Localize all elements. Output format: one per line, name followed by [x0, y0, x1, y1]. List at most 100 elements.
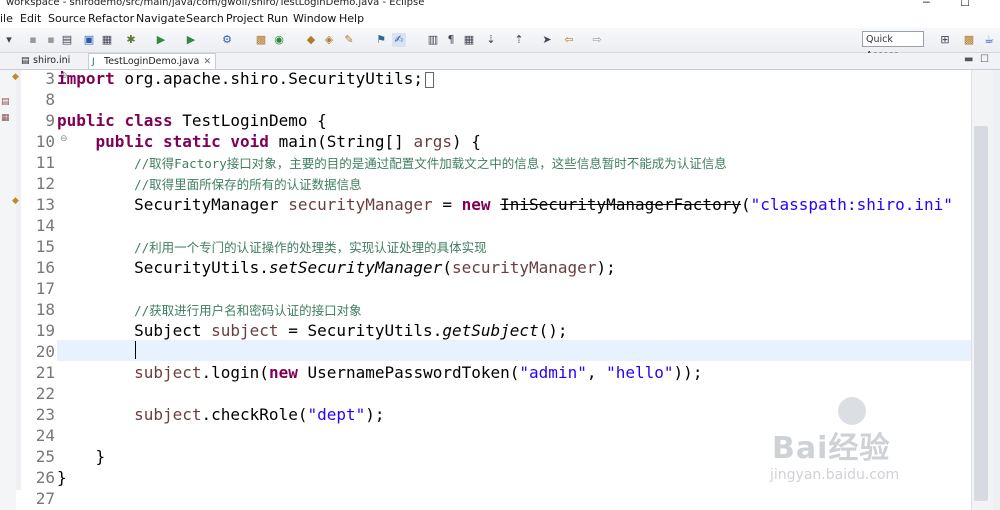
save-icon[interactable]: ▪: [26, 33, 40, 47]
code-text: =: [432, 195, 462, 214]
line-number: 15: [35, 237, 55, 256]
baidu-watermark: Bai经验 jingyan.baidu.com: [752, 395, 992, 495]
menu-window[interactable]: Window: [293, 12, 336, 25]
new-java-project-icon[interactable]: ▩: [254, 33, 268, 47]
title-bar: workspace - shirodemo/src/main/java/com/…: [0, 0, 1000, 10]
code-line: //获取进行用户名和密码认证的接口对象: [57, 299, 362, 321]
package-explorer-icon[interactable]: ▤: [1, 96, 14, 108]
parameter: args: [413, 132, 452, 151]
line-number: 21: [35, 363, 55, 382]
overview-ruler: [993, 70, 1000, 510]
maximize-icon[interactable]: ☐: [960, 0, 970, 9]
string-literal: "dept": [307, 405, 366, 424]
outline-icon[interactable]: ▦: [1, 112, 14, 124]
static-method: getSubject: [442, 321, 539, 340]
menu-run[interactable]: Run: [267, 12, 288, 25]
open-task-icon[interactable]: ◈: [322, 33, 336, 47]
run-icon[interactable]: ▶: [154, 33, 168, 47]
string-literal: "classpath:shiro.ini": [750, 195, 953, 214]
string-literal: "admin": [519, 363, 587, 382]
code-line: Subject subject = SecurityUtils.getSubje…: [57, 320, 568, 341]
save-all-icon[interactable]: ▪: [44, 33, 58, 47]
line-number: 17: [35, 279, 55, 298]
new-package-icon[interactable]: ◉: [272, 33, 286, 47]
highlight-icon[interactable]: ✍: [392, 33, 406, 47]
java-perspective-icon[interactable]: ☕: [982, 33, 996, 47]
code-line: subject.login(new UsernamePasswordToken(…: [57, 362, 702, 383]
new-icon[interactable]: ▾: [2, 33, 16, 47]
editor-tabs: ▤ shiro.ini J TestLoginDemo.java ✕ ▬ ☐: [0, 53, 1000, 70]
window-title: workspace - shirodemo/src/main/java/com/…: [6, 0, 425, 8]
code-text: UsernamePasswordToken(: [297, 363, 520, 382]
java-file-icon: J: [92, 57, 95, 67]
minimize-editor-icon[interactable]: ▬: [964, 54, 973, 65]
warning-icon: ◆: [12, 196, 19, 206]
line-number: 3: [45, 70, 55, 88]
minimize-icon[interactable]: ─: [923, 0, 930, 9]
console-icon[interactable]: ▦: [100, 33, 114, 47]
keyword: new: [268, 363, 298, 382]
menu-file[interactable]: ile: [0, 12, 13, 25]
line-number: 12: [35, 174, 55, 193]
menu-project[interactable]: Project: [226, 12, 264, 25]
menu-refactor[interactable]: Refactor: [88, 12, 134, 25]
line-number: 20: [35, 342, 55, 361]
format-icon[interactable]: ▦: [462, 33, 476, 47]
watermark-url: jingyan.baidu.com: [770, 467, 900, 483]
code-text: ,: [586, 363, 607, 382]
variable: securityManager: [451, 258, 597, 277]
variable: securityManager: [288, 195, 433, 214]
block-selection-icon[interactable]: ▥: [426, 33, 440, 47]
tab-testlogindemo[interactable]: J TestLoginDemo.java ✕: [88, 53, 216, 69]
java-ee-perspective-icon[interactable]: ▩: [962, 33, 976, 47]
back-icon[interactable]: ⇦: [562, 33, 576, 47]
open-type-icon[interactable]: ◆: [304, 33, 318, 47]
warning-icon: ◆: [12, 72, 19, 82]
menu-bar: ile Edit Source Refactor Navigate Search…: [0, 10, 1000, 28]
external-tools-icon[interactable]: ⚙: [220, 33, 234, 47]
line-number: 8: [45, 90, 55, 109]
open-perspective-icon[interactable]: ⊞: [938, 33, 952, 47]
search-icon[interactable]: ✎: [342, 33, 356, 47]
tab-shiro-ini[interactable]: ▤ shiro.ini: [18, 53, 84, 69]
code-text: );: [365, 405, 385, 424]
annotation-icon[interactable]: ⚑: [374, 33, 388, 47]
code-text: );: [596, 258, 616, 277]
code-text: TestLoginDemo {: [172, 111, 327, 130]
show-whitespace-icon[interactable]: ¶: [444, 33, 458, 47]
line-number: 23: [35, 405, 55, 424]
run-last-icon[interactable]: ▶: [184, 33, 198, 47]
close-icon[interactable]: ✕: [203, 54, 211, 70]
print-icon[interactable]: ▤: [60, 33, 74, 47]
menu-edit[interactable]: Edit: [20, 12, 41, 25]
file-icon: ▤: [21, 56, 30, 66]
code-text: main(String[]: [268, 132, 414, 151]
tab-label: TestLoginDemo.java: [104, 56, 200, 67]
code-line: }: [57, 467, 67, 488]
code-line: public class TestLoginDemo {: [57, 110, 327, 131]
code-line: public static void main(String[] args) {: [57, 131, 481, 152]
comment: //获取进行用户名和密码认证的接口对象: [134, 303, 362, 318]
keyword: void: [230, 132, 269, 151]
debug-icon[interactable]: ✱: [124, 33, 138, 47]
code-text: = SecurityUtils.: [278, 321, 443, 340]
next-annotation-icon[interactable]: ⇣: [484, 33, 498, 47]
terminal-icon[interactable]: ▣: [82, 33, 96, 47]
code-text: SecurityManager: [134, 195, 289, 214]
quick-access-input[interactable]: Quick Access: [862, 31, 924, 61]
forward-icon[interactable]: ⇨: [590, 33, 604, 47]
menu-source[interactable]: Source: [48, 12, 86, 25]
menu-search[interactable]: Search: [186, 12, 224, 25]
menu-help[interactable]: Help: [339, 12, 364, 25]
text-cursor: [135, 341, 136, 359]
code-text: org.apache.shiro.SecurityUtils;: [114, 70, 424, 88]
last-edit-icon[interactable]: ➤: [540, 33, 554, 47]
maximize-editor-icon[interactable]: ☐: [980, 54, 989, 65]
deprecated-class: IniSecurityManagerFactory: [500, 195, 741, 214]
prev-annotation-icon[interactable]: ⇡: [512, 33, 526, 47]
menu-navigate[interactable]: Navigate: [136, 12, 185, 25]
code-line: SecurityManager securityManager = new In…: [57, 194, 953, 215]
line-number: 25: [35, 447, 55, 466]
code-text: ));: [673, 363, 703, 382]
keyword: static: [162, 132, 221, 151]
